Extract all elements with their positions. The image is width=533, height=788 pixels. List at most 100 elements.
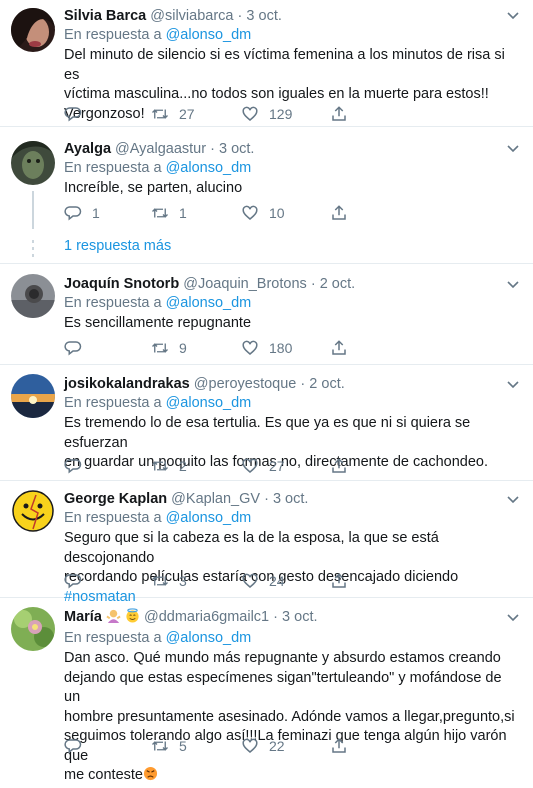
reply-mention[interactable]: @alonso_dm	[166, 395, 252, 411]
retweet-button[interactable]: 2	[151, 456, 187, 476]
share-button[interactable]	[330, 338, 348, 358]
retweet-button[interactable]: 27	[151, 104, 195, 124]
user-handle[interactable]: @silviabarca	[150, 8, 233, 24]
like-button[interactable]: 180	[241, 338, 292, 358]
retweet-icon	[152, 343, 168, 353]
thread-dot	[32, 254, 34, 257]
retweet-button[interactable]: 3	[151, 571, 187, 591]
reply-button[interactable]	[64, 571, 92, 591]
tweet-date[interactable]: 3 oct.	[246, 8, 281, 24]
retweet-button[interactable]: 1	[151, 203, 187, 223]
user-handle[interactable]: @ddmaria6gmailc1	[144, 609, 269, 625]
tweet-header: josikokalandrakas @peroyestoque · 2 oct.	[64, 376, 345, 392]
avatar[interactable]	[11, 374, 55, 418]
avatar[interactable]	[11, 489, 55, 533]
tweet-actions: 9 180	[64, 338, 364, 358]
tweet-text: Dan asco. Qué mundo más repugnante y abs…	[64, 649, 521, 788]
display-name[interactable]: George Kaplan	[64, 491, 167, 507]
reply-button[interactable]	[64, 736, 92, 756]
tweet-date[interactable]: 3 oct.	[273, 491, 308, 507]
display-name[interactable]: María	[64, 609, 102, 625]
like-button[interactable]: 27	[241, 456, 285, 476]
display-name[interactable]: Silvia Barca	[64, 8, 146, 24]
reply-context: En respuesta a @alonso_dm	[64, 159, 521, 178]
display-name[interactable]: Joaquín Snotorb	[64, 276, 179, 292]
tweet-date[interactable]: 3 oct.	[282, 609, 317, 625]
like-button[interactable]: 10	[241, 203, 285, 223]
tweet[interactable]: Joaquín Snotorb @Joaquin_Brotons · 2 oct…	[0, 264, 533, 365]
tweet[interactable]: María @ddmaria6gmailc1 · 3 oct. En respu…	[0, 598, 533, 783]
share-button[interactable]	[330, 203, 348, 223]
share-icon	[332, 340, 346, 355]
reply-prefix: En respuesta a	[64, 510, 162, 526]
like-button[interactable]: 24	[241, 571, 285, 591]
reply-mention[interactable]: @alonso_dm	[166, 160, 252, 176]
like-button[interactable]: 129	[241, 104, 292, 124]
display-name[interactable]: Ayalga	[64, 141, 111, 157]
user-handle[interactable]: @peroyestoque	[194, 376, 297, 392]
tweet-actions: 27 129	[64, 104, 364, 124]
tweet-date[interactable]: 2 oct.	[309, 376, 344, 392]
tweet[interactable]: George Kaplan @Kaplan_GV · 3 oct. En res…	[0, 481, 533, 605]
thread-line	[32, 191, 34, 229]
tweet-date[interactable]: 3 oct.	[219, 141, 254, 157]
tweet-text: Es sencillamente repugnante	[64, 315, 252, 331]
reply-mention[interactable]: @alonso_dm	[166, 27, 252, 43]
show-more-replies-link[interactable]: 1 respuesta más	[64, 238, 171, 254]
retweet-icon	[152, 576, 168, 586]
like-button[interactable]: 22	[241, 736, 285, 756]
thread-dot	[32, 240, 34, 243]
share-icon	[332, 573, 346, 588]
tweet[interactable]: Silvia Barca @silviabarca · 3 oct. En re…	[0, 0, 533, 127]
share-button[interactable]	[330, 736, 348, 756]
avatar[interactable]	[11, 8, 55, 52]
share-button[interactable]	[330, 456, 348, 476]
tweet-actions: 3 24	[64, 571, 364, 591]
share-button[interactable]	[330, 571, 348, 591]
reply-context: En respuesta a @alonso_dm	[64, 294, 521, 313]
share-button[interactable]	[330, 104, 348, 124]
reply-icon	[64, 206, 82, 221]
share-icon	[332, 458, 346, 473]
reply-icon	[64, 107, 82, 122]
tweet-actions: 5 22	[64, 736, 364, 756]
share-icon	[332, 106, 346, 121]
tweet-date[interactable]: 2 oct.	[320, 276, 355, 292]
user-handle[interactable]: @Kaplan_GV	[171, 491, 260, 507]
retweet-icon	[152, 741, 168, 751]
retweet-button[interactable]: 5	[151, 736, 187, 756]
retweet-button[interactable]: 9	[151, 338, 187, 358]
tweet-header: Ayalga @Ayalgaastur · 3 oct.	[64, 141, 255, 157]
user-handle[interactable]: @Joaquin_Brotons	[183, 276, 307, 292]
reply-button[interactable]	[64, 104, 92, 124]
avatar[interactable]	[11, 141, 55, 185]
avatar[interactable]	[11, 607, 55, 651]
angry-face-emoji	[143, 766, 158, 788]
tweet-text: Seguro que si la cabeza es la de la espo…	[64, 530, 459, 605]
heart-icon	[242, 106, 258, 121]
reply-mention[interactable]: @alonso_dm	[166, 295, 252, 311]
share-icon	[332, 738, 346, 753]
reply-mention[interactable]: @alonso_dm	[166, 510, 252, 526]
tweet-header: Silvia Barca @silviabarca · 3 oct.	[64, 8, 282, 24]
avatar[interactable]	[11, 274, 55, 318]
reply-prefix: En respuesta a	[64, 27, 162, 43]
tweet-header: George Kaplan @Kaplan_GV · 3 oct.	[64, 491, 309, 507]
reply-context: En respuesta a @alonso_dm	[64, 394, 521, 413]
display-name[interactable]: josikokalandrakas	[64, 376, 190, 392]
user-handle[interactable]: @Ayalgaastur	[115, 141, 206, 157]
reply-context: En respuesta a @alonso_dm	[64, 509, 521, 528]
reply-button[interactable]	[64, 338, 92, 358]
reply-prefix: En respuesta a	[64, 395, 162, 411]
retweet-icon	[152, 208, 168, 218]
reply-context: En respuesta a @alonso_dm	[64, 26, 521, 45]
tweet[interactable]: Ayalga @Ayalgaastur · 3 oct. En respuest…	[0, 127, 533, 264]
reply-mention[interactable]: @alonso_dm	[166, 630, 252, 646]
retweet-icon	[152, 461, 168, 471]
reply-button[interactable]: 1	[64, 203, 100, 223]
heart-icon	[242, 738, 258, 753]
reply-button[interactable]	[64, 456, 92, 476]
tweet[interactable]: josikokalandrakas @peroyestoque · 2 oct.…	[0, 365, 533, 481]
heart-icon	[242, 573, 258, 588]
heart-icon	[242, 340, 258, 355]
